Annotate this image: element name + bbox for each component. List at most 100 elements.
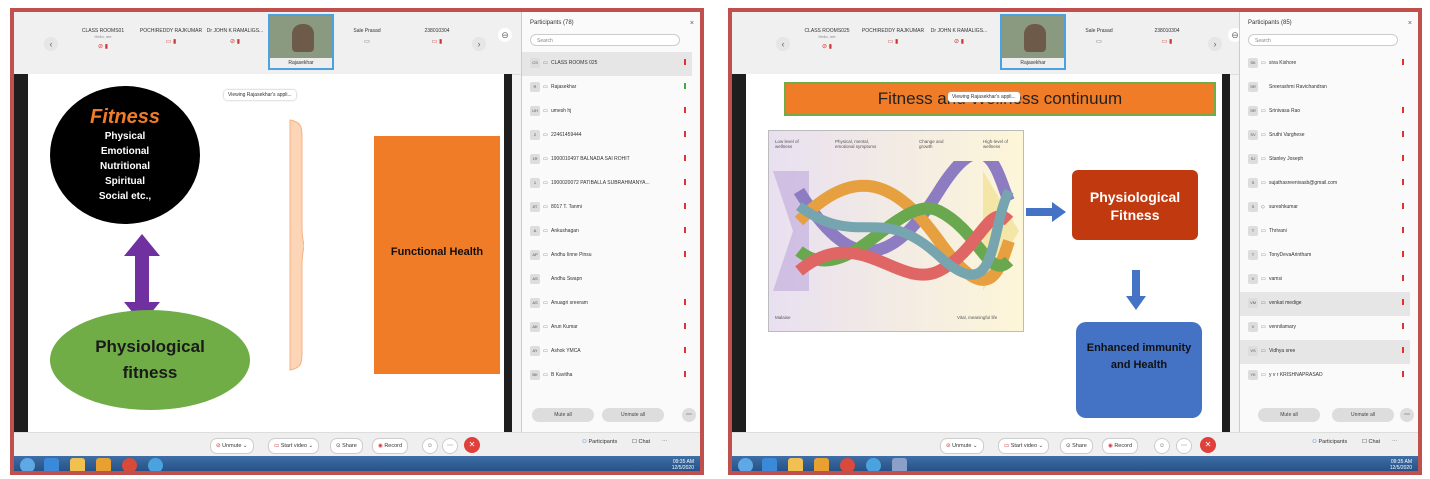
video-thumbnail[interactable]: POCHIREDDY RAJKUMAR ▭ ▮ (138, 28, 204, 68)
participant-item[interactable]: SJ ▭ Stanley Joseph (1240, 148, 1410, 172)
more-icon[interactable]: ⋯ (662, 439, 668, 445)
media-icon[interactable] (814, 458, 829, 471)
participant-name: sujathasreenivasb@gmail.com (1269, 180, 1338, 186)
record-button[interactable]: ◉ Record (372, 438, 409, 454)
video-thumbnail[interactable]: CLASS ROOMS025 Hello, me ⊘ ▮ (794, 28, 860, 68)
unmute-all-button[interactable]: Unmute all (1332, 408, 1394, 422)
video-thumbnail[interactable]: 238010304 ▭ ▮ (404, 28, 470, 68)
start-icon[interactable] (20, 458, 35, 471)
prev-page-icon[interactable]: ‹ (44, 37, 58, 51)
participant-item[interactable]: SV ▭ Sruthi Varghese (1240, 124, 1410, 148)
chat-button[interactable]: ☐ Chat (632, 439, 650, 445)
participant-item[interactable]: SR ▭ Srinivasa Rao (1240, 100, 1410, 124)
participant-item[interactable]: S ◇ sureshkumar (1240, 196, 1410, 220)
start-icon[interactable] (738, 458, 753, 471)
participant-item[interactable]: T ▭ TonyDevaArintham (1240, 244, 1410, 268)
participant-item[interactable]: AS ▭ Anuagri sreeram (522, 292, 692, 316)
more-options-icon[interactable]: ⋯ (1400, 408, 1414, 422)
active-speaker-video[interactable]: Rajasekhar (1000, 14, 1066, 70)
participant-name: Thrivani (1269, 228, 1287, 234)
enhanced-immunity-box: Enhanced immunity and Health (1076, 322, 1202, 418)
webex-icon[interactable] (148, 458, 163, 471)
participant-item[interactable]: AP ▭ Andhu Iinne Pinsu (522, 244, 692, 268)
participant-search-input[interactable]: Search (530, 34, 680, 46)
reactions-icon[interactable]: ☺ (422, 438, 438, 454)
participant-item[interactable]: V ▭ vennilamary (1240, 316, 1410, 340)
ie-icon[interactable] (44, 458, 59, 471)
folder-icon[interactable] (70, 458, 85, 471)
end-call-button[interactable]: ✕ (1200, 437, 1216, 453)
unmute-all-button[interactable]: Unmute all (602, 408, 664, 422)
participant-item[interactable]: 2 ▭ 22461459444 (522, 124, 692, 148)
media-icon[interactable] (96, 458, 111, 471)
thumbnail-name: Sale Prasad (353, 28, 381, 34)
participant-item[interactable]: BK ▭ B Kavitha (522, 364, 692, 388)
video-thumbnail[interactable]: CLASS ROOMS01 Hello, me ⊘ ▮ (70, 28, 136, 68)
next-page-icon[interactable]: › (472, 37, 486, 51)
participant-item[interactable]: VS ▭ Vidhya sree (1240, 340, 1410, 364)
folder-icon[interactable] (788, 458, 803, 471)
reactions-icon[interactable]: ☺ (1154, 438, 1170, 454)
app-icon[interactable] (892, 458, 907, 471)
next-page-icon[interactable]: › (1208, 37, 1222, 51)
prev-page-icon[interactable]: ‹ (776, 37, 790, 51)
close-icon[interactable]: × (690, 20, 694, 27)
video-thumbnail[interactable]: 238010304 ▭ ▮ (1134, 28, 1200, 68)
participant-item[interactable]: AK ▭ Arun Kumar (522, 316, 692, 340)
more-icon[interactable]: ⋯ (442, 438, 458, 454)
record-button[interactable]: ◉ Record (1102, 438, 1139, 454)
mic-muted-icon (684, 251, 686, 257)
chrome-icon[interactable] (122, 458, 137, 471)
video-thumbnail[interactable]: Sale Prasad ▭ (1066, 28, 1132, 68)
video-thumbnail[interactable]: Sale Prasad ▭ (334, 28, 400, 68)
more-options-icon[interactable]: ⋯ (682, 408, 696, 422)
share-button[interactable]: ⊙ Share (330, 438, 363, 454)
participant-item[interactable]: CS ▭ CLASS ROOMS 025 (522, 52, 692, 76)
participant-item[interactable]: 8T ▭ 8017 T. Tanmi (522, 196, 692, 220)
participant-item[interactable]: R ▭ Rajasekhar (522, 76, 692, 100)
webex-icon[interactable] (866, 458, 881, 471)
mic-muted-icon: ▭ ▮ (887, 39, 899, 45)
participant-item[interactable]: T ▭ Thrivani (1240, 220, 1410, 244)
physiological-label: Physiological fitness (95, 337, 205, 382)
participants-button[interactable]: ⚇ Participants (1312, 439, 1347, 445)
mute-all-button[interactable]: Mute all (1258, 408, 1320, 422)
end-call-button[interactable]: ✕ (464, 437, 480, 453)
start-video-button[interactable]: ▭ Start video ⌄ (998, 438, 1050, 454)
mic-icon: ▭ (1261, 372, 1266, 378)
participant-item[interactable]: 1 ▭ 1900020072 PATIBALLA SUBRAHMANYA... (522, 172, 692, 196)
participant-item[interactable]: S ▭ sujathasreenivasb@gmail.com (1240, 172, 1410, 196)
thumbnail-name: Dr JOHN K RAMALIGS... (206, 28, 264, 34)
close-icon[interactable]: × (1408, 20, 1412, 27)
participant-search-input[interactable]: Search (1248, 34, 1398, 46)
participant-item[interactable]: A ▭ Ankushagan (522, 220, 692, 244)
mute-all-button[interactable]: Mute all (532, 408, 594, 422)
participant-item[interactable]: SR Sreerashmi Ravichandran (1240, 76, 1410, 100)
more-icon[interactable]: ⋯ (1392, 439, 1398, 445)
participants-label: Participants (1318, 439, 1348, 445)
start-video-button[interactable]: ▭ Start video ⌄ (268, 438, 320, 454)
avatar: S (1248, 202, 1258, 212)
video-thumbnail[interactable]: Dr JOHN K RAMALIGS... ⊘ ▮ (926, 28, 992, 68)
video-thumbnail[interactable]: POCHIREDDY RAJKUMAR ▭ ▮ (860, 28, 926, 68)
chrome-icon[interactable] (840, 458, 855, 471)
participant-item[interactable]: VM ▭ venkat medige (1240, 292, 1410, 316)
minimize-strip-icon[interactable]: ⊖ (498, 28, 512, 42)
participants-button[interactable]: ⚇ Participants (582, 439, 617, 445)
participant-item[interactable]: UH ▭ umesh hj (522, 100, 692, 124)
participant-item[interactable]: AY ▭ Ashok YMCA (522, 340, 692, 364)
more-icon[interactable]: ⋯ (1176, 438, 1192, 454)
participant-item[interactable]: V ▭ vamsi (1240, 268, 1410, 292)
participant-item[interactable]: SK ▭ siva Kishore (1240, 52, 1410, 76)
chat-button[interactable]: ☐ Chat (1362, 439, 1380, 445)
unmute-button[interactable]: ⊘ Unmute ⌄ (210, 438, 254, 454)
share-button[interactable]: ⊙ Share (1060, 438, 1093, 454)
video-thumbnail[interactable]: Dr JOHN K RAMALIGS... ⊘ ▮ (202, 28, 268, 68)
participant-item[interactable]: YK ▭ y v r KRISHNAPRASAD (1240, 364, 1410, 388)
mic-muted-icon (1402, 323, 1404, 329)
unmute-button[interactable]: ⊘ Unmute ⌄ (940, 438, 984, 454)
participant-item[interactable]: AS Andhu Swapn (522, 268, 692, 292)
ie-icon[interactable] (762, 458, 777, 471)
participant-item[interactable]: 1R ▭ 1900010497 BALNADA SAI ROHIT (522, 148, 692, 172)
active-speaker-video[interactable]: Rajasekhar (268, 14, 334, 70)
